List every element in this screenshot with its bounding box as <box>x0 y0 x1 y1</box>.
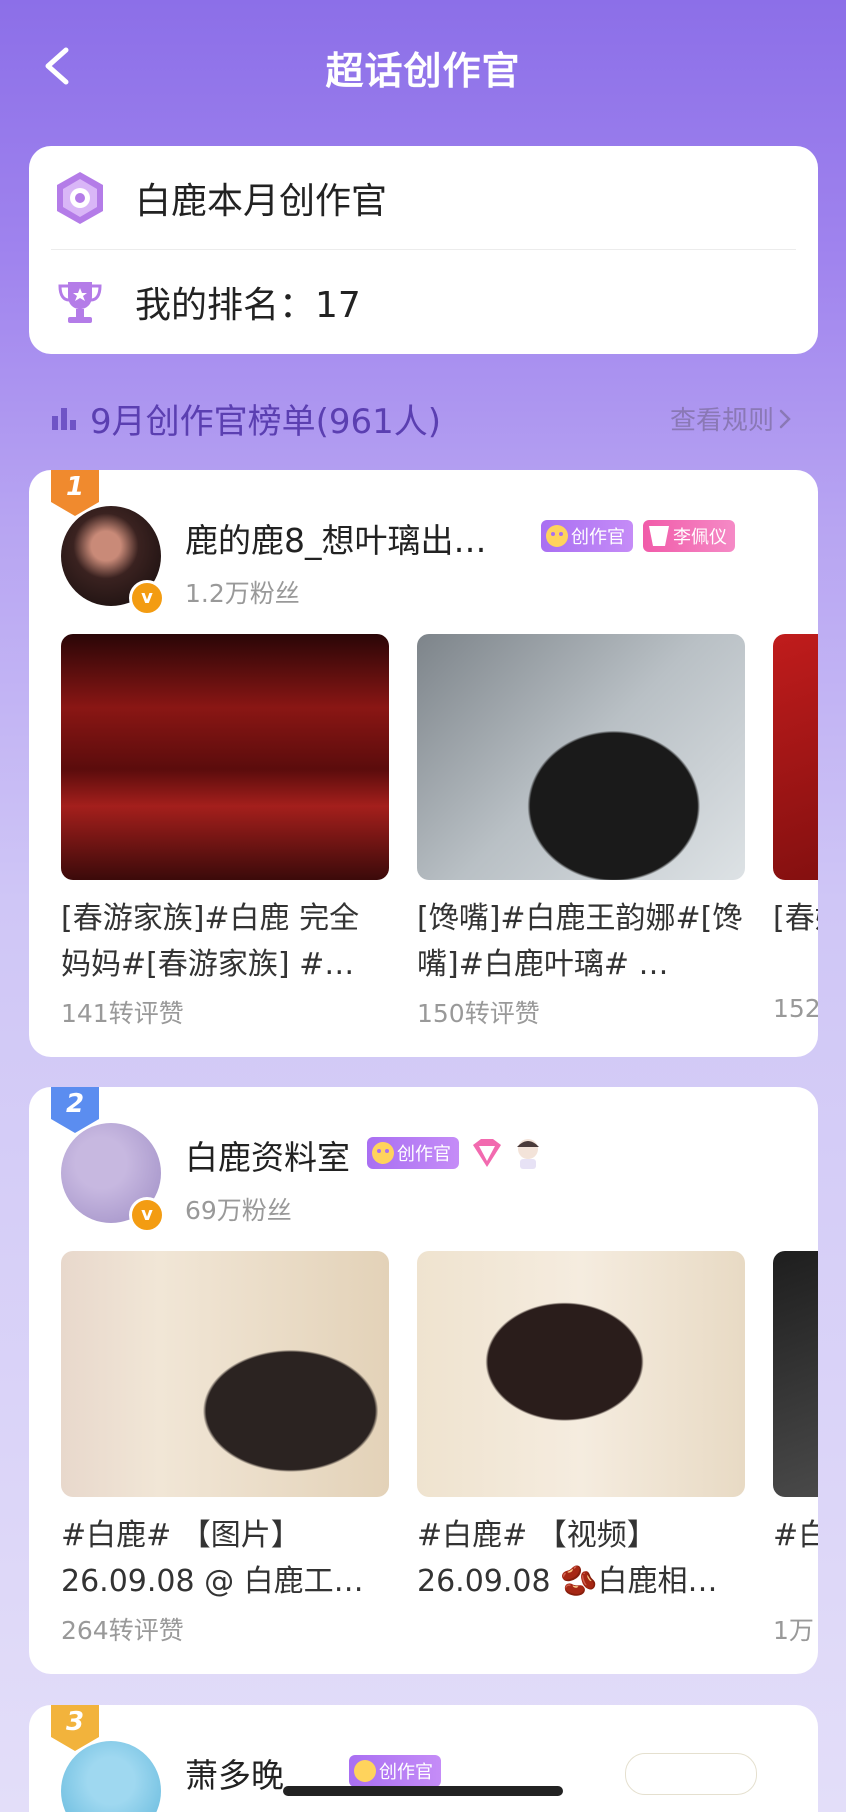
post-engagement: 1万 <box>773 1616 814 1645</box>
post-image <box>417 634 745 880</box>
creator-tag[interactable]: 创作官 <box>349 1755 441 1787</box>
post-text: [春游家族]#白鹿 完全妈妈#[春游家族] #… <box>61 901 360 982</box>
creator-tag[interactable]: 创作官 <box>367 1137 459 1169</box>
verified-badge-icon: v <box>129 1197 165 1233</box>
post-list: [春游家族]#白鹿 完全妈妈#[春游家族] #… 141转评赞 [馋嘴]#白鹿王… <box>61 634 818 1034</box>
post-image <box>61 634 389 880</box>
fans-count: 1.2万粉丝 <box>185 579 300 608</box>
nav-bar: 超话创作官 <box>0 0 846 135</box>
creator-icon <box>354 1760 376 1782</box>
post-card[interactable]: [春游家族]#白鹿 完全妈妈#[春游家族] #… 141转评赞 <box>61 634 389 1034</box>
rank-card-2[interactable]: 2 v 白鹿资料室 创作官 69万粉丝 #白鹿# 【图片】26.09.08 @ … <box>29 1087 818 1674</box>
chevron-right-icon <box>779 409 791 428</box>
rank-card-1[interactable]: 1 v 鹿的鹿8_想叶璃出… 创作官 李佩仪 1.2万粉丝 [春游家族]#白鹿 … <box>29 470 818 1057</box>
month-creator-row[interactable]: 白鹿本月创作官 <box>51 146 796 250</box>
rank-17-badge-icon <box>649 526 669 546</box>
post-card[interactable]: [馋嘴]#白鹿王韵娜#[馋嘴]#白鹿叶璃# … 150转评赞 <box>417 634 745 1034</box>
info-card: 白鹿本月创作官 我的排名：17 <box>29 146 818 354</box>
post-card[interactable]: #白王冒 1万 <box>773 1251 818 1651</box>
my-rank: 我的排名：17 <box>135 285 361 326</box>
leaderboard-title: 9月创作官榜单(961人) <box>90 401 442 442</box>
creator-badge-icon <box>51 169 109 227</box>
post-text: [春娜# <box>773 901 818 936</box>
username[interactable]: 萧多晚 <box>185 1749 284 1797</box>
post-list: #白鹿# 【图片】26.09.08 @ 白鹿工… 264转评赞 #白鹿# 【视频… <box>61 1251 818 1651</box>
character-badge-icon <box>517 1139 539 1169</box>
post-text: [馋嘴]#白鹿王韵娜#[馋嘴]#白鹿叶璃# … <box>417 901 743 982</box>
username[interactable]: 白鹿资料室 <box>185 1131 350 1179</box>
post-card[interactable]: #白鹿# 【图片】26.09.08 @ 白鹿工… 264转评赞 <box>61 1251 389 1651</box>
fan-badge-tag[interactable]: 李佩仪 <box>643 520 735 552</box>
creator-icon <box>546 525 568 547</box>
bar-chart-icon <box>52 408 76 430</box>
post-engagement: 150转评赞 <box>417 999 540 1028</box>
home-indicator <box>283 1786 563 1796</box>
follow-button[interactable] <box>625 1753 757 1795</box>
post-text: #白王冒 <box>773 1518 818 1553</box>
view-rules-label: 查看规则 <box>669 406 774 436</box>
my-rank-row: 我的排名：17 <box>51 250 796 354</box>
post-engagement: 264转评赞 <box>61 1616 184 1645</box>
verified-badge-icon: v <box>129 580 165 616</box>
post-image <box>417 1251 745 1497</box>
post-image <box>773 1251 818 1497</box>
month-creator-title: 白鹿本月创作官 <box>135 181 388 222</box>
post-card[interactable]: #白鹿# 【视频】26.09.08 🫘白鹿相… <box>417 1251 745 1651</box>
creator-tag[interactable]: 创作官 <box>541 520 633 552</box>
diamond-badge-icon <box>473 1139 501 1167</box>
post-image <box>61 1251 389 1497</box>
fans-count: 69万粉丝 <box>185 1196 292 1225</box>
username[interactable]: 鹿的鹿8_想叶璃出… <box>185 514 487 562</box>
trophy-icon <box>51 273 109 331</box>
post-image <box>773 634 818 880</box>
post-engagement: 152 <box>773 994 818 1023</box>
post-engagement: 141转评赞 <box>61 999 184 1028</box>
post-card[interactable]: [春娜# 152 <box>773 634 818 1034</box>
page-title: 超话创作官 <box>325 49 521 93</box>
post-text: #白鹿# 【视频】26.09.08 🫘白鹿相… <box>417 1518 718 1599</box>
leaderboard-header: 9月创作官榜单(961人) 查看规则 <box>50 392 796 444</box>
avatar[interactable] <box>61 1741 161 1812</box>
view-rules-link[interactable]: 查看规则 <box>670 400 796 437</box>
creator-icon <box>372 1142 394 1164</box>
post-text: #白鹿# 【图片】26.09.08 @ 白鹿工… <box>61 1518 364 1599</box>
